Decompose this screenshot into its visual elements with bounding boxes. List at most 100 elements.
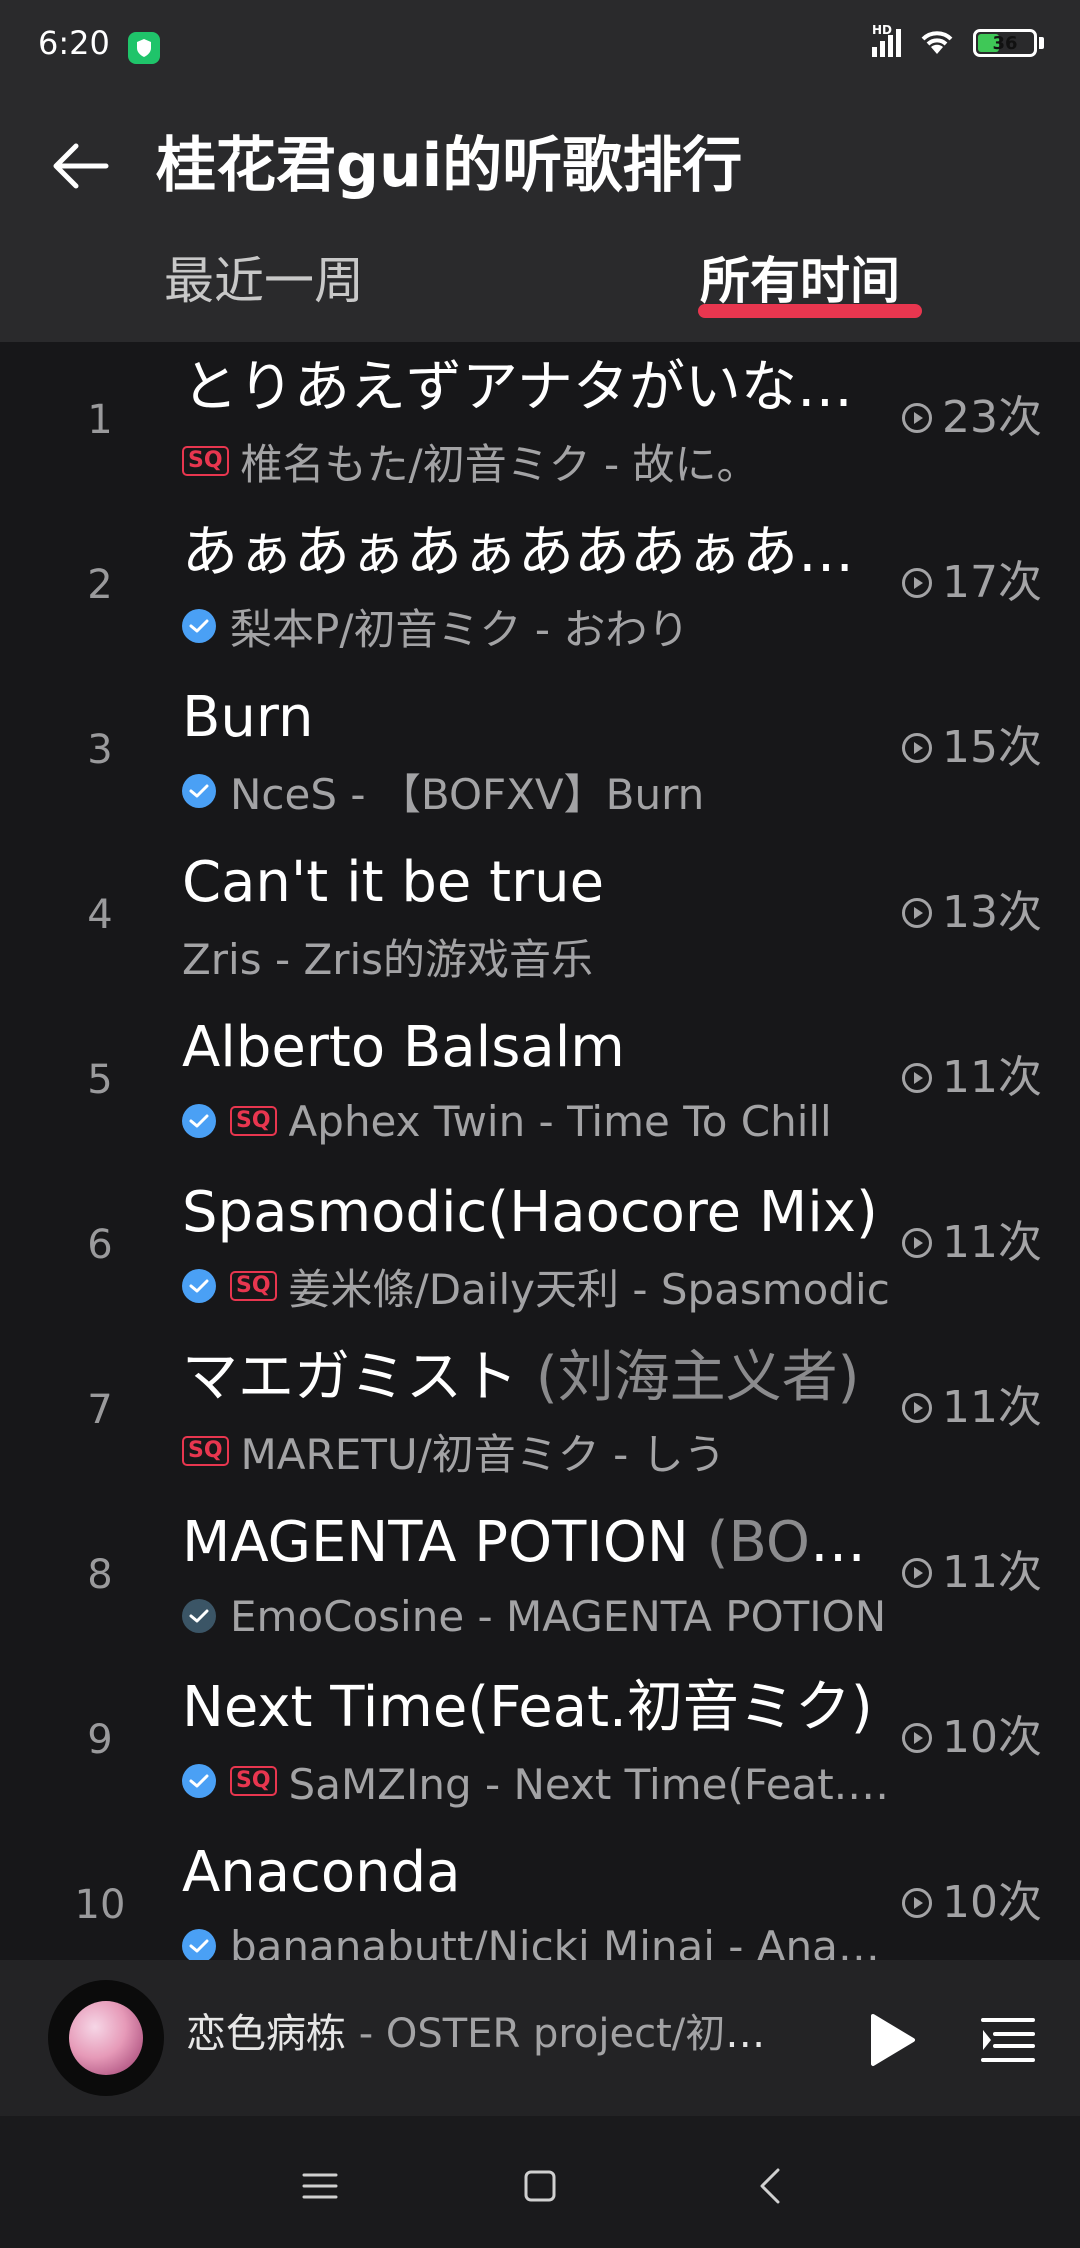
rank-number: 9 [87, 1717, 113, 1763]
nav-back-button[interactable] [730, 2146, 810, 2226]
rank-number: 6 [87, 1222, 113, 1268]
rank-number: 4 [87, 892, 113, 938]
play-circle-icon [902, 403, 932, 433]
song-title: MAGENTA POTION (BOFXV) [182, 1505, 898, 1581]
song-row[interactable]: 1 とりあえずアナタがいなくなればそれでいい SQ 椎名もた/初音ミク - 故に。 23… [0, 342, 1080, 507]
play-count-text: 10次 [942, 1877, 1042, 1928]
verified-icon [182, 609, 216, 643]
mini-player[interactable]: 恋色病栋 - OSTER project/初音ミク [0, 1960, 1080, 2116]
shield-icon [128, 32, 160, 64]
song-title: Alberto Balsalm [182, 1010, 898, 1086]
tab-indicator [698, 304, 922, 318]
play-count: 10次 [902, 1708, 1042, 1768]
song-alt-title: (BOFXV) [706, 1510, 898, 1575]
play-button[interactable] [852, 2000, 932, 2080]
now-playing[interactable]: 恋色病栋 - OSTER project/初音ミク [186, 2004, 776, 2064]
home-icon [524, 2170, 556, 2202]
network-label: HD [872, 23, 893, 37]
rank-number: 3 [87, 727, 113, 773]
song-row[interactable]: 2 あぁあぁあぁあああぁあぁあぁ梨本P/初音ミク - おわり 17次 [0, 507, 1080, 672]
rank-number: 5 [87, 1057, 113, 1103]
sq-badge-icon: SQ [182, 1436, 229, 1466]
play-count-text: 10次 [942, 1712, 1042, 1763]
album-disc[interactable] [48, 1980, 164, 2096]
wifi-icon [917, 26, 957, 60]
song-title-text: Burn [182, 685, 314, 750]
play-count: 11次 [902, 1543, 1042, 1603]
song-subtitle: MARETU/初音ミク - しう [240, 1429, 726, 1479]
battery-icon: 36 [973, 29, 1044, 57]
song-row[interactable]: 6 Spasmodic(Haocore Mix) SQ 姜米條/Daily天利 - S… [0, 1167, 1080, 1332]
song-subtitle: SaMZIng - Next Time(Feat.初音ミク) [288, 1759, 898, 1809]
play-count: 17次 [902, 553, 1042, 613]
play-circle-icon [902, 1723, 932, 1753]
song-subtitle: 梨本P/初音ミク - おわり [230, 604, 690, 654]
rank-number: 7 [87, 1387, 113, 1433]
menu-button[interactable] [280, 2146, 360, 2226]
play-count: 10次 [902, 1873, 1042, 1933]
song-title: Spasmodic(Haocore Mix) [182, 1175, 898, 1251]
verified-icon [182, 774, 216, 808]
song-row[interactable]: 9 Next Time(Feat.初音ミク) SQ SaMZIng - Next Ti… [0, 1662, 1080, 1827]
song-title-text: Can't it be true [182, 850, 605, 915]
song-subtitle: Aphex Twin - Time To Chill [288, 1096, 832, 1146]
sq-badge-icon: SQ [182, 446, 229, 476]
menu-icon [302, 2173, 338, 2199]
song-meta: EmoCosine - MAGENTA POTION [182, 1589, 898, 1643]
song-title: あぁあぁあぁあああぁあぁあぁ [182, 515, 898, 591]
rank-number: 1 [87, 397, 113, 443]
song-title: とりあえずアナタがいなくなればそれでいい [182, 350, 898, 426]
song-meta: SQ 姜米條/Daily天利 - Spasmodic [182, 1259, 898, 1313]
song-title-text: Anaconda [182, 1840, 461, 1905]
song-row[interactable]: 3 Burn NceS - 【BOFXV】Burn 15次 [0, 672, 1080, 837]
header: 桂花君gui的听歌排行 最近一周 所有时间 [0, 96, 1080, 342]
song-meta: SQ SaMZIng - Next Time(Feat.初音ミク) [182, 1754, 898, 1808]
song-subtitle: 椎名もた/初音ミク - 故に。 [240, 439, 759, 489]
playlist-button[interactable] [968, 2000, 1048, 2080]
verified-icon [182, 1269, 216, 1303]
verified-icon [182, 1104, 216, 1138]
playlist-icon [981, 2018, 1035, 2062]
sq-badge-icon: SQ [230, 1766, 277, 1796]
song-title-text: とりあえずアナタがいなくなればそれでいい [182, 355, 898, 420]
play-count-text: 15次 [942, 722, 1042, 773]
signal-icon: HD [872, 23, 901, 57]
rank-number: 10 [74, 1882, 126, 1928]
song-row[interactable]: 8 MAGENTA POTION (BOFXV) EmoCosine - MAGEN… [0, 1497, 1080, 1662]
song-title: マエガミスト (刘海主义者) [182, 1340, 898, 1416]
song-title: Burn [182, 680, 898, 756]
rank-number: 2 [87, 562, 113, 608]
song-title: Can't it be true [182, 845, 898, 921]
play-count: 11次 [902, 1378, 1042, 1438]
song-title: Anaconda [182, 1835, 898, 1911]
song-subtitle: 姜米條/Daily天利 - Spasmodic [288, 1264, 890, 1314]
play-count: 23次 [902, 388, 1042, 448]
song-row[interactable]: 10 Anaconda bananabutt/Nicki Minaj - Anaco… [0, 1827, 1080, 1960]
song-subtitle: bananabutt/Nicki Minaj - Anaconda [230, 1921, 898, 1961]
song-row[interactable]: 7 マエガミスト (刘海主义者) SQ MARETU/初音ミク - しう 11次 [0, 1332, 1080, 1497]
song-title: Next Time(Feat.初音ミク) [182, 1670, 898, 1746]
sq-badge-icon: SQ [230, 1106, 277, 1136]
play-count-text: 23次 [942, 392, 1042, 443]
song-row[interactable]: 5 Alberto Balsalm SQ Aphex Twin - Time To C… [0, 1002, 1080, 1167]
song-list[interactable]: 1とりあえずアナタがいなくなればそれでいいSQ椎名もた/初音ミク - 故に。23… [0, 342, 1080, 1960]
back-icon [760, 2168, 780, 2204]
play-count: 15次 [902, 718, 1042, 778]
verified-icon [182, 1764, 216, 1798]
song-meta: SQ 椎名もた/初音ミク - 故に。 [182, 434, 898, 488]
back-button[interactable] [40, 126, 120, 206]
play-count: 11次 [902, 1213, 1042, 1273]
song-meta: SQ Aphex Twin - Time To Chill [182, 1094, 898, 1148]
play-circle-icon [902, 568, 932, 598]
song-title-text: マエガミスト [182, 1345, 518, 1410]
tab-recent-week[interactable]: 最近一周 [164, 246, 364, 316]
play-count-text: 17次 [942, 557, 1042, 608]
album-cover [69, 2001, 143, 2075]
play-circle-icon [902, 733, 932, 763]
play-count-text: 11次 [942, 1052, 1042, 1103]
song-row[interactable]: 4 Can't it be true Zris - Zris的游戏音乐 13次 [0, 837, 1080, 1002]
verified-icon [182, 1599, 216, 1633]
home-button[interactable] [500, 2146, 580, 2226]
play-circle-icon [902, 1558, 932, 1588]
status-icons: HD 36 [872, 23, 1044, 60]
